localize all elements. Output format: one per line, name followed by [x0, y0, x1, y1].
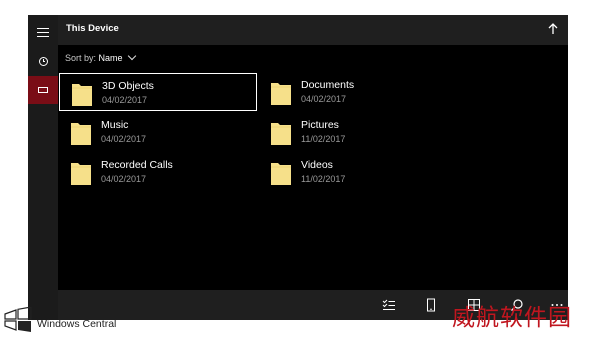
- folder-name: Pictures: [301, 119, 339, 131]
- folder-name: Documents: [301, 79, 355, 91]
- left-rail: [28, 15, 58, 320]
- folder-name: Recorded Calls: [101, 159, 173, 171]
- folder-icon: [271, 163, 291, 185]
- select-icon[interactable]: [382, 298, 396, 312]
- folder-icon: [72, 84, 92, 106]
- file-explorer-window: This Device Sort by: Name 3D Objects 04/…: [28, 15, 568, 320]
- folder-icon: [271, 83, 291, 105]
- folder-name: Music: [101, 119, 129, 131]
- this-device-button[interactable]: [28, 76, 58, 104]
- recent-button[interactable]: [28, 47, 58, 75]
- folder-icon: [71, 163, 91, 185]
- hamburger-menu-icon: [37, 27, 49, 37]
- folder-date: 04/02/2017: [301, 94, 347, 104]
- sort-label: Sort by:: [65, 53, 97, 63]
- folder-date: 04/02/2017: [101, 134, 147, 144]
- sort-value: Name: [98, 53, 123, 63]
- phone-icon[interactable]: [424, 298, 438, 312]
- folder-tile-recorded-calls[interactable]: Recorded Calls 04/02/2017: [59, 153, 257, 191]
- site-watermark-text: 威航软件园: [452, 305, 572, 331]
- sort-dropdown[interactable]: Sort by: Name: [65, 51, 137, 63]
- header-bar: This Device: [58, 15, 568, 45]
- folder-tile-videos[interactable]: Videos 11/02/2017: [259, 153, 457, 191]
- up-arrow-icon[interactable]: [546, 22, 560, 36]
- folder-name: 3D Objects: [102, 80, 154, 92]
- brand-watermark-text: Windows Central: [37, 318, 117, 330]
- folder-icon: [71, 123, 91, 145]
- recent-clock-icon: [38, 56, 48, 66]
- folder-date: 04/02/2017: [102, 95, 148, 105]
- folder-tile-pictures[interactable]: Pictures 11/02/2017: [259, 113, 457, 151]
- chevron-down-icon: [127, 51, 137, 61]
- folder-tile-documents[interactable]: Documents 04/02/2017: [259, 73, 457, 111]
- folder-tile-music[interactable]: Music 04/02/2017: [59, 113, 257, 151]
- folder-tile-3d-objects[interactable]: 3D Objects 04/02/2017: [59, 73, 257, 111]
- hamburger-menu-button[interactable]: [28, 18, 58, 46]
- folder-date: 11/02/2017: [301, 134, 346, 144]
- folder-date: 11/02/2017: [301, 174, 346, 184]
- folder-icon: [271, 123, 291, 145]
- windows-central-logo: [4, 307, 32, 332]
- folder-name: Videos: [301, 159, 333, 171]
- page-title: This Device: [66, 23, 119, 34]
- folder-date: 04/02/2017: [101, 174, 147, 184]
- this-device-icon: [38, 87, 48, 93]
